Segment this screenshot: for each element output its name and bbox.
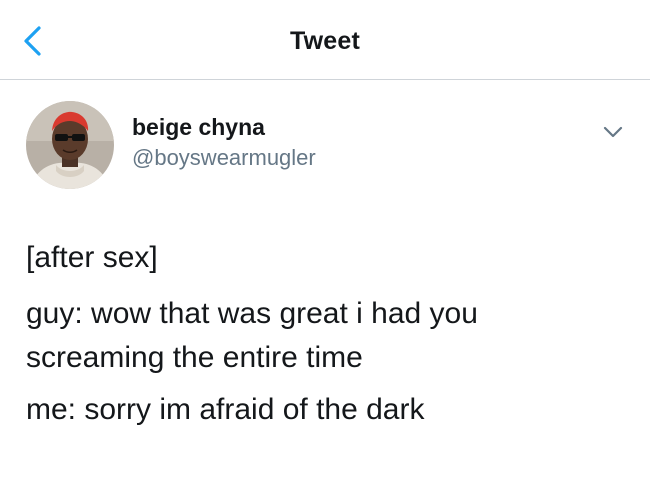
tweet-menu-button[interactable] [598,120,628,144]
author-display-name[interactable]: beige chyna [132,114,265,141]
tweet-line: guy: wow that was great i had you [26,297,478,330]
author-handle[interactable]: @boyswearmugler [132,145,316,171]
top-nav-bar: Tweet [0,0,650,80]
avatar[interactable] [26,101,114,189]
tweet-line: me: sorry im afraid of the dark [26,393,425,426]
page-title: Tweet [290,27,360,55]
tweet-text: [after sex] guy: wow that was great i ha… [26,236,626,432]
line-spacer [26,380,626,388]
tweet-line: [after sex] [26,241,158,274]
line-spacer [26,280,626,292]
chevron-down-icon [603,126,623,138]
tweet-line: screaming the entire time [26,341,363,374]
profile-photo [26,101,114,189]
